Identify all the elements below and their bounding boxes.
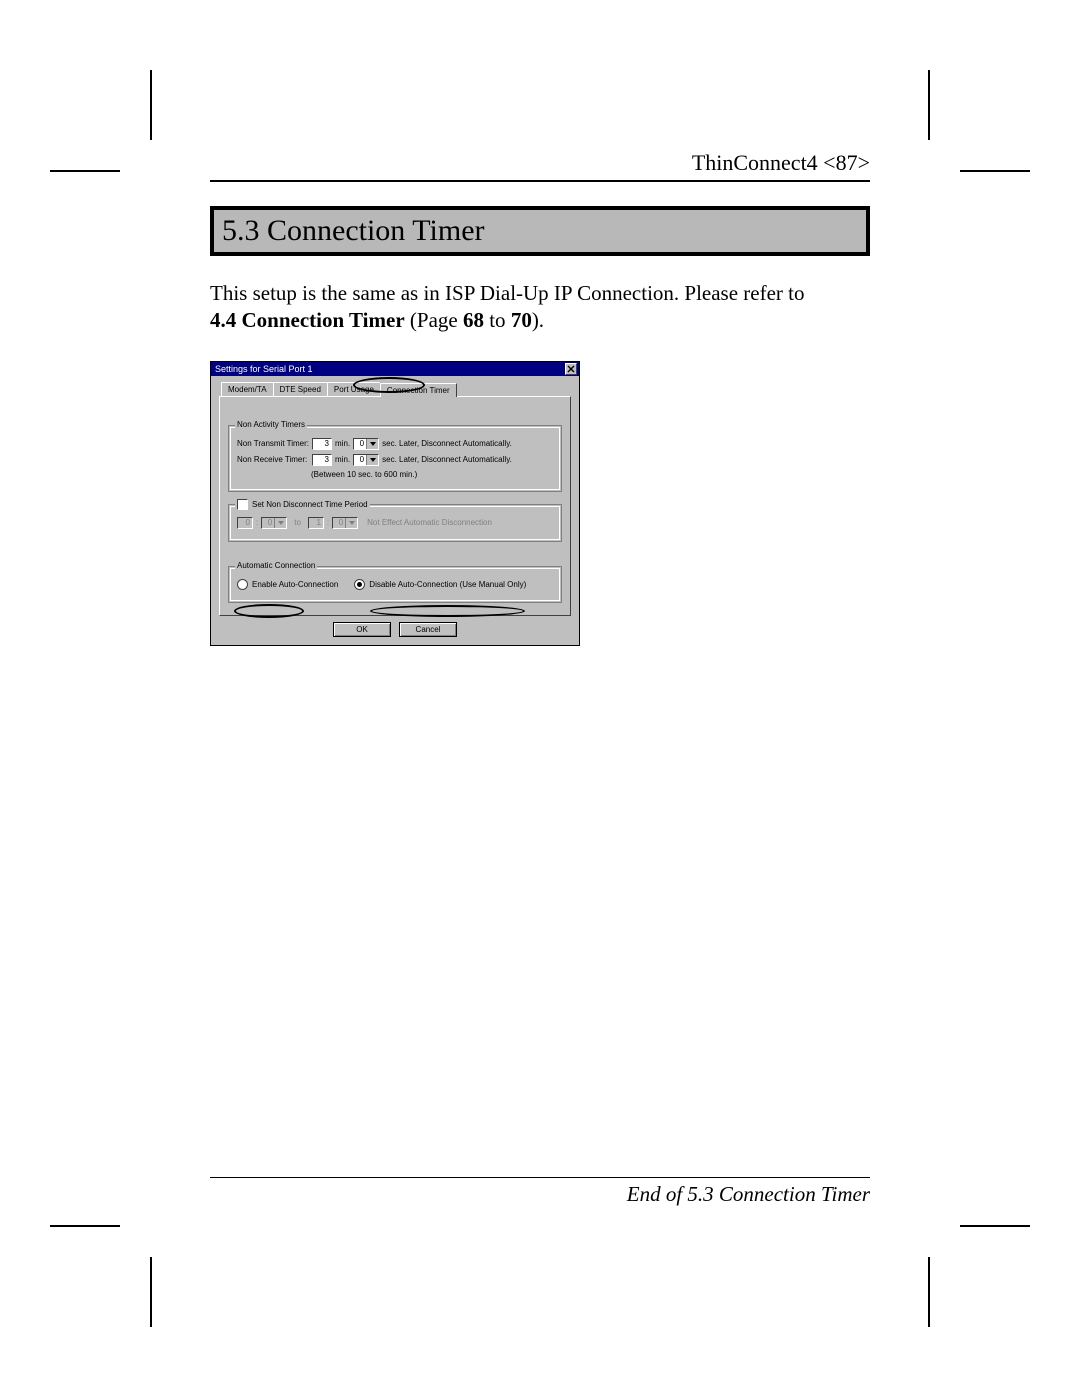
chevron-down-icon	[345, 518, 357, 528]
label-after-2: sec. Later, Disconnect Automatically.	[382, 455, 512, 464]
group-legend-nonactivity: Non Activity Timers	[235, 420, 307, 429]
dropdown-receive-sec-val: 0	[354, 455, 366, 464]
intro-paragraph: This setup is the same as in ISP Dial-Up…	[210, 280, 870, 335]
group-legend-auto: Automatic Connection	[235, 561, 317, 570]
dropdown-receive-sec[interactable]: 0	[353, 454, 379, 466]
group-legend-period: Set Non Disconnect Time Period	[235, 499, 370, 510]
chevron-down-icon	[366, 455, 378, 465]
label-after-1: sec. Later, Disconnect Automatically.	[382, 439, 512, 448]
titlebar: Settings for Serial Port 1	[211, 362, 579, 376]
running-head: ThinConnect4 <87>	[210, 150, 870, 182]
dialog-buttons: OK Cancel	[219, 616, 571, 639]
row-non-receive: Non Receive Timer: min. 0 sec. Later, Di…	[237, 454, 553, 466]
tab-modem-ta[interactable]: Modem/TA	[221, 382, 274, 396]
ok-button[interactable]: OK	[333, 622, 391, 637]
page-end: 70	[511, 308, 532, 332]
label-min-2: min.	[335, 455, 350, 464]
page-start: 68	[463, 308, 484, 332]
period-note: Not Effect Automatic Disconnection	[367, 518, 492, 527]
group-non-disconnect: Set Non Disconnect Time Period : 0 to :	[228, 504, 562, 542]
tab-panel: Non Activity Timers Non Transmit Timer: …	[219, 396, 571, 616]
crop-mark-bottom-left	[50, 1217, 160, 1327]
label-to: to	[294, 518, 301, 527]
dialog-body: Modem/TA DTE Speed Port Usage Connection…	[211, 376, 579, 645]
input-from-hour	[237, 517, 253, 529]
crop-mark-top-left	[50, 70, 160, 180]
group-auto-connection: Automatic Connection Enable Auto-Connect…	[228, 566, 562, 603]
checkbox-label: Set Non Disconnect Time Period	[252, 500, 368, 509]
section-title: 5.3 Connection Timer	[210, 206, 870, 256]
row-non-transmit: Non Transmit Timer: min. 0 sec. Later, D…	[237, 438, 553, 450]
tab-dte-speed[interactable]: DTE Speed	[273, 382, 328, 396]
chevron-down-icon	[366, 439, 378, 449]
input-to-hour	[308, 517, 324, 529]
intro-text: This setup is the same as in ISP Dial-Up…	[210, 281, 805, 305]
to-min-val: 0	[333, 518, 345, 527]
row-auto-radios: Enable Auto-Connection Disable Auto-Conn…	[237, 579, 553, 590]
section-end-footer: End of 5.3 Connection Timer	[210, 1177, 870, 1207]
annotation-circle-legend	[234, 604, 304, 618]
input-receive-min[interactable]	[312, 454, 332, 466]
dialog-title: Settings for Serial Port 1	[215, 364, 313, 374]
chevron-down-icon	[274, 518, 286, 528]
dropdown-from-min: 0	[261, 517, 287, 529]
colon-2: :	[327, 518, 329, 527]
dropdown-to-min: 0	[332, 517, 358, 529]
cancel-button[interactable]: Cancel	[399, 622, 457, 637]
tab-connection-timer[interactable]: Connection Timer	[380, 383, 457, 397]
from-min-val: 0	[262, 518, 274, 527]
label-non-receive: Non Receive Timer:	[237, 455, 309, 464]
dropdown-transmit-sec[interactable]: 0	[353, 438, 379, 450]
checkbox-set-period[interactable]	[237, 499, 248, 510]
crop-mark-top-right	[920, 70, 1030, 180]
label-disable-auto: Disable Auto-Connection (Use Manual Only…	[369, 580, 526, 589]
ref-to: to	[484, 308, 511, 332]
settings-dialog: Settings for Serial Port 1 Modem/TA DTE …	[210, 361, 580, 646]
tabs: Modem/TA DTE Speed Port Usage Connection…	[219, 382, 571, 396]
range-note: (Between 10 sec. to 600 min.)	[311, 470, 553, 479]
reference-link: 4.4 Connection Timer	[210, 308, 405, 332]
annotation-circle-disable	[370, 605, 525, 617]
label-min-1: min.	[335, 439, 350, 448]
label-non-transmit: Non Transmit Timer:	[237, 439, 309, 448]
page-content: ThinConnect4 <87> 5.3 Connection Timer T…	[210, 150, 870, 1207]
radio-disable-auto[interactable]	[354, 579, 365, 590]
crop-mark-bottom-right	[920, 1217, 1030, 1327]
colon-1: :	[256, 518, 258, 527]
radio-enable-auto[interactable]	[237, 579, 248, 590]
ref-close: ).	[532, 308, 544, 332]
ref-open: (Page	[405, 308, 463, 332]
close-icon[interactable]	[565, 363, 577, 375]
row-period: : 0 to : 0 Not Effect Automatic Disconne…	[237, 517, 553, 529]
group-non-activity: Non Activity Timers Non Transmit Timer: …	[228, 425, 562, 492]
label-enable-auto: Enable Auto-Connection	[252, 580, 338, 589]
input-transmit-min[interactable]	[312, 438, 332, 450]
dropdown-transmit-sec-val: 0	[354, 439, 366, 448]
tab-port-usage[interactable]: Port Usage	[327, 382, 381, 396]
